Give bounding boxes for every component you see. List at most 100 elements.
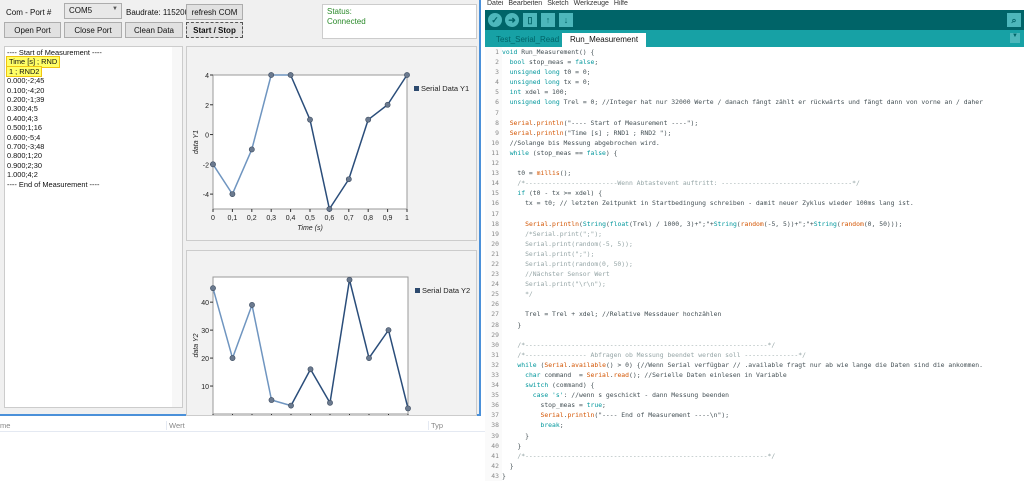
code-token: Serial.print(random(0, 50)); (502, 259, 633, 268)
serial-monitor-icon[interactable]: ⌕ (1007, 13, 1021, 27)
y-tick-label: 4 (205, 73, 209, 80)
code-token: (command) { (548, 381, 595, 390)
log-line: 0.600;-5;4 (7, 133, 180, 142)
legend-marker (414, 86, 419, 91)
legend-marker (415, 288, 420, 293)
tab-menu-icon[interactable]: ▼ (1010, 33, 1020, 43)
data-point (365, 116, 372, 123)
line-number: 34 (485, 380, 502, 391)
y-axis-label: data Y1 (193, 130, 200, 154)
line-number: 10 (485, 137, 502, 148)
variables-header: me Wert Typ (0, 418, 485, 432)
code-token: String (813, 219, 837, 228)
port-select[interactable]: COM5 ▼ (64, 3, 122, 19)
line-number: 3 (485, 67, 502, 78)
column-value[interactable]: Wert (166, 421, 185, 430)
new-file-icon[interactable]: ▯ (523, 13, 537, 27)
code-token: /*--------------------------------------… (502, 340, 776, 349)
log-line-text: 0.500;1;16 (7, 123, 42, 133)
legend-label: Serial Data Y2 (422, 286, 470, 295)
start-stop-button[interactable]: Start / Stop (186, 22, 243, 38)
code-token: } (502, 471, 506, 480)
code-token: (-5, 5))+";"+ (763, 219, 814, 228)
code-line: 43} (485, 470, 1024, 482)
line-number: 38 (485, 420, 502, 431)
code-token: true (586, 401, 603, 410)
code-token: String (582, 219, 606, 228)
code-line: 24 Serial.print("\r\n"); (485, 279, 1024, 290)
data-point (345, 176, 352, 183)
column-type[interactable]: Typ (428, 421, 443, 430)
menu-item-datei[interactable]: Datei (487, 0, 503, 7)
code-token: break (540, 421, 560, 430)
line-number: 39 (485, 430, 502, 441)
open-port-button[interactable]: Open Port (4, 22, 61, 38)
x-tick-label: 0,1 (228, 215, 238, 222)
y-tick-label: 10 (201, 384, 209, 391)
code-token: xdel = 100; (521, 88, 568, 97)
code-token: println (536, 128, 564, 137)
data-point (327, 399, 333, 406)
line-number: 27 (485, 309, 502, 320)
line-number: 25 (485, 289, 502, 300)
code-token: t0 = (502, 169, 537, 178)
code-token: random (840, 219, 864, 228)
code-token: } (502, 461, 514, 470)
code-line: 4 unsigned long tx = 0; (485, 77, 1024, 88)
column-name[interactable]: me (0, 421, 10, 430)
menu-item-hilfe[interactable]: Hilfe (614, 0, 628, 7)
log-line-text: ---- End of Measurement ---- (7, 179, 100, 189)
y-tick-label: 20 (201, 356, 209, 363)
tab-test-serial-read[interactable]: Test_Serial_Read (488, 33, 567, 47)
line-number: 30 (485, 339, 502, 350)
log-line: 0.300;4;5 (7, 104, 180, 113)
line-number: 43 (485, 470, 502, 482)
legend-label: Serial Data Y1 (421, 84, 469, 93)
refresh-com-button[interactable]: refresh COM (186, 4, 243, 20)
code-line: 38 break; (485, 420, 1024, 431)
code-line: 22 Serial.print(random(0, 50)); (485, 258, 1024, 270)
data-point (384, 101, 391, 108)
menu-item-bearbeiten[interactable]: Bearbeiten (508, 0, 542, 7)
tab-bar: Test_Serial_Read Run_Measurement ▼ (485, 30, 1024, 47)
code-token: Serial.print("\r\n"); (502, 280, 606, 289)
code-line: 40 } (485, 440, 1024, 451)
line-number: 28 (485, 319, 502, 330)
code-line: 6 unsigned long Trel = 0; //Integer hat … (485, 97, 1024, 108)
data-point (229, 191, 236, 198)
log-line-text: 0.900;2;30 (7, 160, 42, 170)
tab-run-measurement[interactable]: Run_Measurement (562, 33, 647, 47)
menu-item-werkzeuge[interactable]: Werkzeuge (574, 0, 609, 7)
code-token: /*---------------- Abfragen ob Messung b… (502, 350, 806, 359)
code-token: (); (559, 169, 572, 178)
serial-log-textarea[interactable]: ---- Start of Measurement ---- Time [s] ;… (4, 46, 183, 408)
data-point (385, 327, 392, 334)
verify-icon[interactable]: ✓ (488, 13, 502, 27)
code-line: 34 switch (command) { (485, 380, 1024, 391)
code-token: ; (602, 401, 606, 410)
clean-data-button[interactable]: Clean Data (125, 22, 183, 38)
code-token: void (502, 48, 518, 56)
log-line-text: ---- Start of Measurement ---- (7, 48, 102, 57)
code-editor[interactable]: 1 void Run_Measurement() {2 bool stop_mea… (485, 47, 1024, 486)
port-label: Com - Port # (6, 8, 52, 17)
log-scrollbar[interactable] (172, 47, 182, 407)
menu-item-sketch[interactable]: Sketch (547, 0, 568, 7)
code-line: 39 } (485, 430, 1024, 441)
code-token: } (502, 431, 529, 440)
code-token: println (552, 219, 579, 228)
line-number: 15 (485, 188, 502, 199)
code-token: tx = 0; (559, 78, 591, 87)
upload-icon[interactable]: ➜ (505, 13, 519, 27)
code-token: ("---- End of Measurement ----\n"); (594, 411, 730, 420)
code-token: } (502, 320, 522, 329)
save-file-icon[interactable]: ↓ (559, 13, 573, 27)
log-line-text: 0.100;-4;20 (7, 85, 45, 95)
open-file-icon[interactable]: ↑ (541, 13, 555, 27)
close-port-button[interactable]: Close Port (64, 22, 122, 38)
code-line: 23 //Nächster Sensor Wert (485, 269, 1024, 280)
port-value: COM5 (69, 6, 93, 15)
